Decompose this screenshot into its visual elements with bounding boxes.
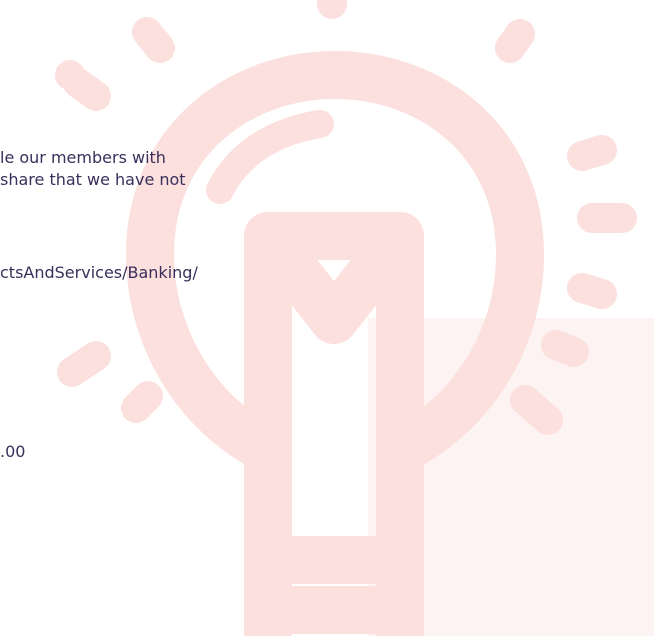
body-text-line-2: share that we have not xyxy=(0,170,186,189)
body-text-line-1: le our members with xyxy=(0,148,166,167)
lightbulb-icon xyxy=(55,0,637,636)
amount-text-line: .00 xyxy=(0,442,26,461)
url-text-line: ctsAndServices/Banking/ xyxy=(0,263,198,282)
